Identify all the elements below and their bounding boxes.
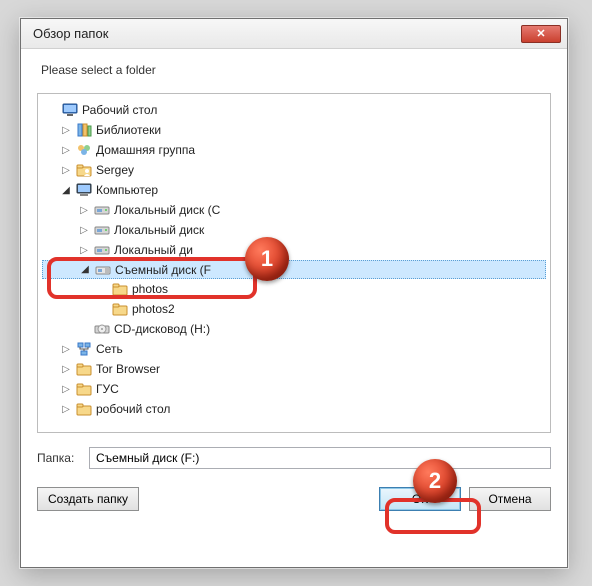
tree-label: Рабочий стол [82, 103, 157, 117]
tree-node-removable-f[interactable]: ◢ Съемный диск (F [42, 260, 546, 279]
tree-node-user[interactable]: ▷ Sergey [42, 160, 546, 180]
chevron-right-icon[interactable]: ▷ [60, 343, 72, 355]
tree-node-desktop2[interactable]: ▷ робочий стол [42, 399, 546, 419]
dialog-buttons: Создать папку ОК Отмена [37, 487, 551, 511]
tree-label: Tor Browser [96, 362, 160, 376]
homegroup-icon [76, 142, 92, 158]
tree-label: Домашняя группа [96, 143, 195, 157]
user-folder-icon [76, 162, 92, 178]
desktop-icon [62, 102, 78, 118]
chevron-right-icon[interactable]: ▷ [78, 244, 90, 256]
prompt-text: Please select a folder [21, 49, 567, 87]
chevron-down-icon[interactable]: ◢ [79, 264, 91, 276]
folder-icon [76, 401, 92, 417]
tree-label: Сеть [96, 342, 123, 356]
cdrom-icon [94, 321, 110, 337]
cancel-button[interactable]: Отмена [469, 487, 551, 511]
folder-icon [112, 281, 128, 297]
tree-label: photos2 [132, 302, 175, 316]
hdd-icon [94, 242, 110, 258]
folder-tree[interactable]: ▷ Рабочий стол ▷ Библиотеки ▷ Домашняя г… [37, 93, 551, 433]
folder-icon [76, 361, 92, 377]
tree-node-photos2[interactable]: ▷ photos2 [42, 299, 546, 319]
new-folder-button[interactable]: Создать папку [37, 487, 139, 511]
tree-node-cdrom[interactable]: ▷ CD-дисковод (H:) [42, 319, 546, 339]
chevron-right-icon[interactable]: ▷ [60, 144, 72, 156]
chevron-right-icon[interactable]: ▷ [60, 363, 72, 375]
hdd-icon [94, 202, 110, 218]
folder-icon [76, 381, 92, 397]
libraries-icon [76, 122, 92, 138]
chevron-right-icon[interactable]: ▷ [78, 224, 90, 236]
tree-node-computer[interactable]: ◢ Компьютер [42, 180, 546, 200]
tree-label: Съемный диск (F [115, 263, 211, 277]
tree-label: Локальный диск [114, 223, 204, 237]
titlebar[interactable]: Обзор папок ✕ [21, 19, 567, 49]
folder-icon [112, 301, 128, 317]
tree-label: Локальный диск (C [114, 203, 220, 217]
tree-label: photos [132, 282, 168, 296]
browse-folders-dialog: Обзор папок ✕ Please select a folder ▷ Р… [20, 18, 568, 568]
window-title: Обзор папок [33, 26, 521, 41]
folder-input[interactable] [89, 447, 551, 469]
removable-drive-icon [95, 262, 111, 278]
tree-label: Библиотеки [96, 123, 161, 137]
tree-node-gus[interactable]: ▷ ГУС [42, 379, 546, 399]
tree-node-libraries[interactable]: ▷ Библиотеки [42, 120, 546, 140]
tree-label: Локальный ди [114, 243, 193, 257]
tree-node-local-c[interactable]: ▷ Локальный диск (C [42, 200, 546, 220]
tree-node-local-e[interactable]: ▷ Локальный ди [42, 240, 546, 260]
chevron-down-icon[interactable]: ◢ [60, 184, 72, 196]
tree-label: CD-дисковод (H:) [114, 322, 210, 336]
folder-field-label: Папка: [37, 451, 89, 465]
tree-node-local-d[interactable]: ▷ Локальный диск [42, 220, 546, 240]
chevron-right-icon[interactable]: ▷ [60, 164, 72, 176]
chevron-right-icon[interactable]: ▷ [60, 383, 72, 395]
chevron-right-icon[interactable]: ▷ [60, 403, 72, 415]
ok-button[interactable]: ОК [379, 487, 461, 511]
folder-field-row: Папка: [37, 447, 551, 469]
close-button[interactable]: ✕ [521, 25, 561, 43]
tree-label: Sergey [96, 163, 134, 177]
computer-icon [76, 182, 92, 198]
tree-node-network[interactable]: ▷ Сеть [42, 339, 546, 359]
tree-node-homegroup[interactable]: ▷ Домашняя группа [42, 140, 546, 160]
tree-node-photos[interactable]: ▷ photos [42, 279, 546, 299]
tree-node-desktop[interactable]: ▷ Рабочий стол [42, 100, 546, 120]
tree-label: Компьютер [96, 183, 158, 197]
hdd-icon [94, 222, 110, 238]
chevron-right-icon[interactable]: ▷ [60, 124, 72, 136]
tree-label: ГУС [96, 382, 119, 396]
tree-label: робочий стол [96, 402, 170, 416]
close-icon: ✕ [536, 27, 545, 40]
tree-node-tor[interactable]: ▷ Tor Browser [42, 359, 546, 379]
network-icon [76, 341, 92, 357]
chevron-right-icon[interactable]: ▷ [78, 204, 90, 216]
